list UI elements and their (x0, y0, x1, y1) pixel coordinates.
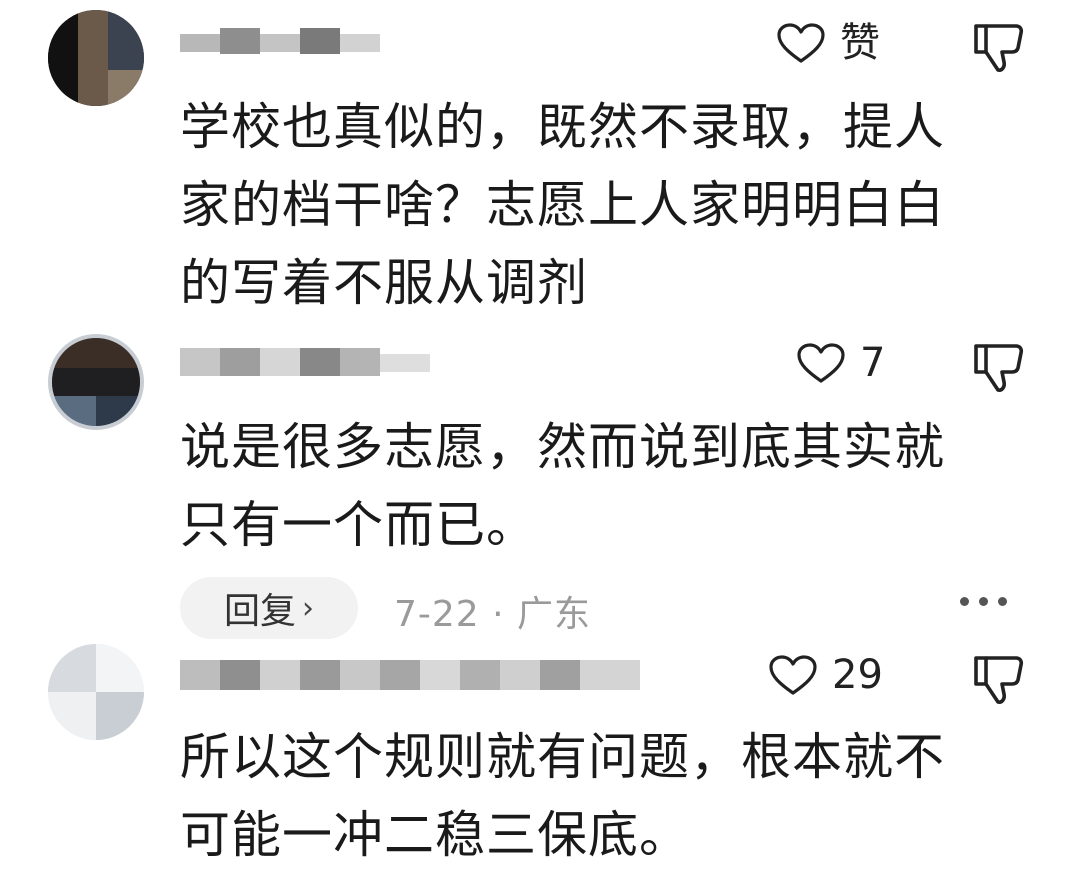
like-label: 赞 (840, 20, 880, 66)
dislike-button[interactable] (972, 654, 1026, 706)
like-button[interactable]: 7 (796, 342, 885, 384)
like-button[interactable]: 赞 (776, 22, 880, 64)
like-button[interactable]: 29 (768, 654, 883, 696)
avatar[interactable] (48, 334, 144, 430)
thumbs-down-icon (974, 656, 1024, 704)
like-count: 7 (860, 340, 886, 386)
ellipsis-icon[interactable] (960, 597, 1007, 606)
thumbs-down-icon (974, 24, 1024, 72)
comment-date-location: 7-22 · 广东 (394, 594, 592, 635)
like-count: 29 (832, 652, 883, 698)
comment-text: 学校也真似的，既然不录取，提人 家的档干啥？志愿上人家明明白白 的写着不服从调剂 (180, 98, 945, 312)
username-blurred[interactable] (180, 342, 430, 382)
avatar[interactable] (48, 644, 144, 740)
heart-outline-icon (777, 23, 825, 63)
reply-button[interactable]: 回复 › (180, 577, 358, 639)
chevron-right-icon: › (302, 590, 314, 626)
heart-outline-icon (797, 343, 845, 383)
comment-text: 说是很多志愿，然而说到底其实就 只有一个而已。 (180, 418, 945, 554)
dislike-button[interactable] (972, 342, 1026, 394)
username-blurred[interactable] (180, 24, 380, 64)
dislike-button[interactable] (972, 22, 1026, 74)
comment-text: 所以这个规则就有问题，根本就不 可能一冲二稳三保底。 (180, 728, 945, 864)
username-blurred[interactable] (180, 654, 640, 694)
heart-outline-icon (769, 655, 817, 695)
comment-list: 赞 学校也真似的，既然不录取，提人 家的档干啥？志愿上人家明明白白 的写着不服从… (0, 0, 1080, 876)
avatar[interactable] (48, 10, 144, 106)
thumbs-down-icon (974, 344, 1024, 392)
comment-meta-row: 回复 › 7-22 · 广东 (0, 577, 1080, 639)
